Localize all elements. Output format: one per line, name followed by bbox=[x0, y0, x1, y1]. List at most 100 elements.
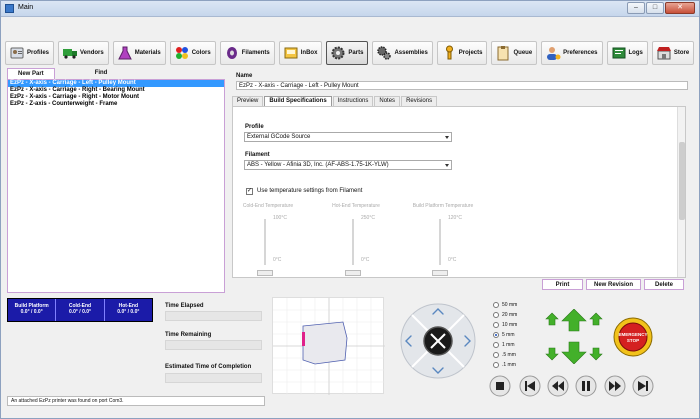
slider-thumb[interactable] bbox=[432, 270, 448, 276]
slider-track bbox=[352, 219, 354, 265]
part-highlight bbox=[302, 332, 305, 346]
slider-thumb[interactable] bbox=[257, 270, 273, 276]
fast-forward-button[interactable] bbox=[604, 375, 626, 397]
window-title: Main bbox=[18, 4, 34, 11]
xy-jog-control[interactable] bbox=[399, 302, 477, 380]
z-up-icon[interactable] bbox=[561, 308, 587, 332]
retract-down-left-icon[interactable] bbox=[545, 347, 559, 361]
tab-instructions[interactable]: Instructions bbox=[332, 96, 374, 106]
toolbar-parts-button[interactable]: Parts bbox=[326, 41, 369, 65]
toolbar-queue-button[interactable]: Queue bbox=[491, 41, 538, 65]
toolbar-filaments-button[interactable]: Filaments bbox=[219, 41, 275, 65]
time-elapsed-value bbox=[165, 311, 262, 321]
toolbar-projects-button[interactable]: Projects bbox=[436, 41, 488, 65]
pause-button[interactable] bbox=[575, 375, 597, 397]
tab-revisions[interactable]: Revisions bbox=[401, 96, 438, 106]
toolbar-assemblies-button[interactable]: Assemblies bbox=[372, 41, 433, 65]
hot-end-max: 250°C bbox=[361, 215, 375, 221]
print-button[interactable]: Print bbox=[542, 279, 583, 290]
slider-track bbox=[439, 219, 441, 265]
list-item[interactable]: EzPz - Z-axis - Counterweight - Frame bbox=[8, 101, 224, 108]
step-option-0-5mm[interactable]: .5 mm bbox=[493, 350, 535, 360]
tab-find[interactable]: Find bbox=[54, 68, 118, 79]
skip-forward-button[interactable] bbox=[632, 375, 654, 397]
radio-button[interactable] bbox=[493, 332, 499, 338]
toolbar-profiles-button[interactable]: Profiles bbox=[5, 41, 55, 65]
tab-notes[interactable]: Notes bbox=[374, 96, 401, 106]
time-remaining-label: Time Remaining bbox=[165, 332, 212, 338]
step-option-5mm[interactable]: 5 mm bbox=[493, 330, 535, 340]
step-option-0-1mm[interactable]: .1 mm bbox=[493, 360, 535, 370]
toolbar-preferences-button[interactable]: Preferences bbox=[541, 41, 603, 65]
maximize-button[interactable]: □ bbox=[646, 2, 664, 14]
vertical-scrollbar[interactable] bbox=[677, 107, 685, 277]
close-button[interactable]: ✕ bbox=[665, 2, 695, 14]
time-elapsed-label: Time Elapsed bbox=[165, 303, 204, 309]
cold-end-title: Cold-End Temperature bbox=[242, 203, 294, 209]
list-item[interactable]: EzPz - X-axis - Carriage - Right - Beari… bbox=[8, 87, 224, 94]
radio-button[interactable] bbox=[493, 302, 499, 308]
radio-button[interactable] bbox=[493, 322, 499, 328]
cold-end-max: 100°C bbox=[273, 215, 287, 221]
toolbar-inbox-label: InBox bbox=[300, 50, 318, 56]
scrollbar-thumb[interactable] bbox=[679, 142, 685, 220]
slider-thumb[interactable] bbox=[345, 270, 361, 276]
cold-end-min: 0°C bbox=[273, 257, 282, 263]
build-plate-viewport[interactable] bbox=[272, 297, 385, 395]
build-platform-tile: Build Platform 0.0° / 0.0° bbox=[8, 299, 57, 321]
stop-button[interactable] bbox=[489, 375, 511, 397]
main-toolbar: Profiles Vendors Materials Colors Filame… bbox=[5, 41, 697, 65]
part-list[interactable]: EzPz - X-axis - Carriage - Left - Pulley… bbox=[7, 79, 225, 293]
toolbar-queue-label: Queue bbox=[513, 50, 533, 56]
radio-button[interactable] bbox=[493, 342, 499, 348]
skip-back-icon bbox=[519, 375, 541, 397]
build-plate-grid bbox=[273, 298, 385, 395]
z-down-icon[interactable] bbox=[561, 341, 587, 365]
toolbar-materials-button[interactable]: Materials bbox=[112, 41, 166, 65]
fast-forward-icon bbox=[604, 375, 626, 397]
toolbar-logs-label: Logs bbox=[628, 50, 643, 56]
delete-button[interactable]: Delete bbox=[644, 279, 684, 290]
step-option-10mm[interactable]: 10 mm bbox=[493, 320, 535, 330]
minimize-button[interactable]: – bbox=[627, 2, 645, 14]
color-balls-icon bbox=[175, 47, 188, 59]
rewind-button[interactable] bbox=[547, 375, 569, 397]
skip-back-button[interactable] bbox=[519, 375, 541, 397]
store-icon bbox=[656, 47, 671, 60]
new-revision-button[interactable]: New Revision bbox=[586, 279, 641, 290]
toolbar-store-button[interactable]: Store bbox=[651, 41, 695, 65]
tab-new-part[interactable]: New Part bbox=[7, 68, 55, 79]
step-option-20mm[interactable]: 20 mm bbox=[493, 310, 535, 320]
toolbar-vendors-button[interactable]: Vendors bbox=[58, 41, 109, 65]
filament-select[interactable]: ABS - Yellow - Afinia 3D, Inc. (AF-ABS-1… bbox=[244, 160, 452, 170]
toolbar-colors-button[interactable]: Colors bbox=[169, 41, 216, 65]
name-field[interactable]: EzPz - X-axis - Carriage - Left - Pulley… bbox=[236, 81, 688, 90]
emergency-stop-button[interactable]: EMERGENCY STOP bbox=[613, 317, 653, 357]
extrude-up-right-icon[interactable] bbox=[589, 312, 603, 326]
step-option-50mm[interactable]: 50 mm bbox=[493, 300, 535, 310]
list-item[interactable]: EzPz - X-axis - Carriage - Right - Motor… bbox=[8, 94, 224, 101]
stop-icon bbox=[489, 375, 511, 397]
list-item[interactable]: EzPz - X-axis - Carriage - Left - Pulley… bbox=[8, 80, 224, 87]
main-window: Main – □ ✕ Profiles Vendors Materials Co… bbox=[0, 0, 700, 419]
toolbar-inbox-button[interactable]: InBox bbox=[278, 41, 323, 65]
profile-select[interactable]: External GCode Source bbox=[244, 132, 452, 142]
radio-button[interactable] bbox=[493, 362, 499, 368]
use-temperature-checkbox[interactable]: ✓ bbox=[246, 188, 253, 195]
toolbar-logs-button[interactable]: Logs bbox=[606, 41, 648, 65]
radio-button[interactable] bbox=[493, 352, 499, 358]
radio-button[interactable] bbox=[493, 312, 499, 318]
skip-forward-icon bbox=[632, 375, 654, 397]
step-option-1mm[interactable]: 1 mm bbox=[493, 340, 535, 350]
step-label: .5 mm bbox=[502, 352, 516, 358]
tab-preview[interactable]: Preview bbox=[232, 96, 264, 106]
extrude-up-left-icon[interactable] bbox=[545, 312, 559, 326]
step-size-options: 50 mm 20 mm 10 mm 5 mm 1 mm .5 mm .1 mm bbox=[493, 300, 535, 370]
profile-label: Profile bbox=[245, 124, 264, 130]
retract-down-right-icon[interactable] bbox=[589, 347, 603, 361]
title-bar[interactable]: Main – □ ✕ bbox=[1, 1, 699, 17]
status-message: An attached EzPz printer was found on po… bbox=[7, 396, 265, 406]
part-detail-panel: Name EzPz - X-axis - Carriage - Left - P… bbox=[230, 68, 691, 278]
tab-build-specifications[interactable]: Build Specifications bbox=[264, 96, 332, 106]
build-platform-title: Build Platform Temperature bbox=[412, 203, 474, 209]
